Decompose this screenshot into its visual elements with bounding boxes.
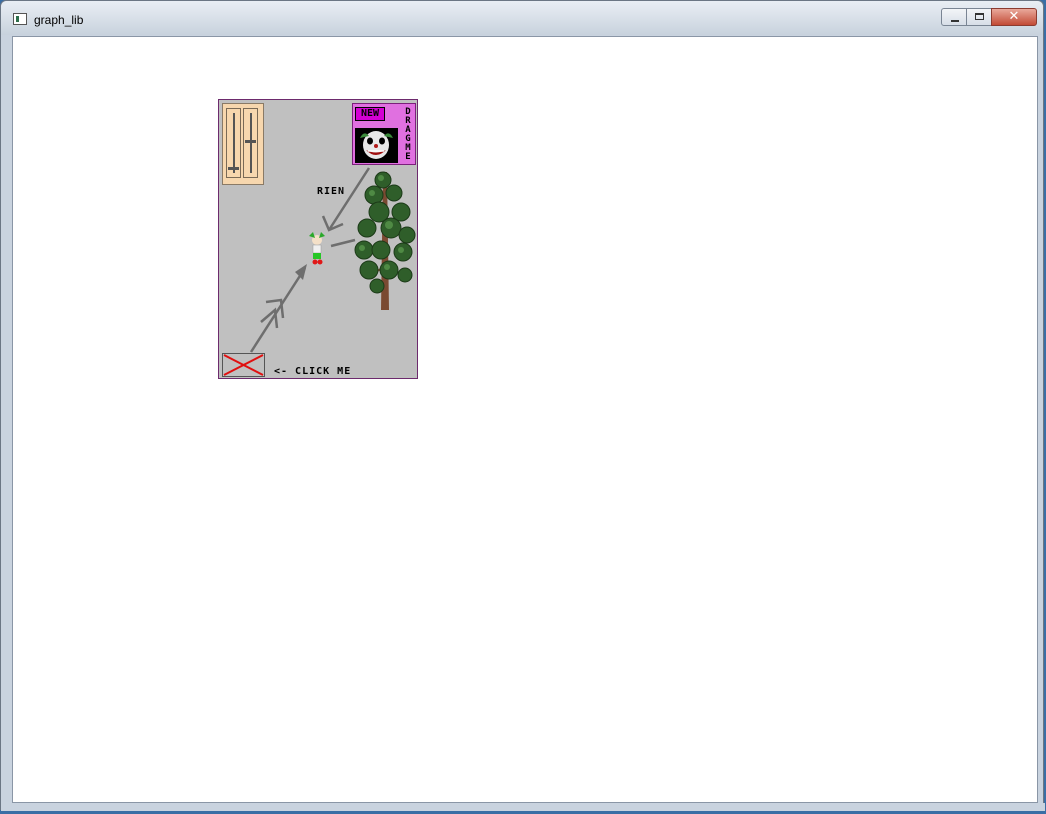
clown-face-frame [355, 128, 398, 163]
clown-sprite-icon[interactable] [309, 232, 325, 265]
tree-icon[interactable] [354, 171, 416, 310]
close-button[interactable]: ✕ [991, 8, 1037, 26]
window-bottom-border [1, 803, 1045, 811]
maximize-button[interactable] [966, 8, 992, 26]
slider-left[interactable] [226, 108, 241, 178]
window-title: graph_lib [34, 13, 84, 27]
link-dash [330, 238, 356, 248]
slider-right[interactable] [243, 108, 258, 178]
slider-icon [233, 113, 235, 173]
click-me-label: <- CLICK ME [274, 366, 352, 377]
close-icon: ✕ [1008, 9, 1020, 24]
slider-icon [250, 113, 252, 173]
client-area[interactable] [12, 36, 1038, 803]
slider-handle[interactable] [245, 140, 256, 143]
click-box[interactable] [222, 353, 265, 377]
title-bar[interactable]: graph_lib ✕ [1, 1, 1043, 35]
drag-me-label: DRAG ME [405, 107, 411, 162]
maximize-icon [975, 13, 984, 20]
app-window: graph_lib ✕ [0, 0, 1045, 811]
game-panel[interactable]: NEW DRAG ME RIEN <- CLICK ME [218, 99, 418, 379]
slider-panel [222, 103, 264, 185]
arrow-head [295, 264, 307, 280]
window-controls: ✕ [941, 8, 1037, 28]
arrow-icon [249, 267, 307, 353]
cross-icon [223, 354, 264, 376]
clown-face-icon [360, 131, 393, 159]
drag-me-box[interactable]: NEW DRAG ME [352, 103, 416, 165]
new-badge[interactable]: NEW [355, 107, 385, 121]
minimize-button[interactable] [941, 8, 967, 26]
minimize-icon [951, 20, 959, 22]
app-icon [13, 13, 27, 25]
rien-label: RIEN [317, 186, 346, 197]
slider-handle[interactable] [228, 167, 239, 170]
